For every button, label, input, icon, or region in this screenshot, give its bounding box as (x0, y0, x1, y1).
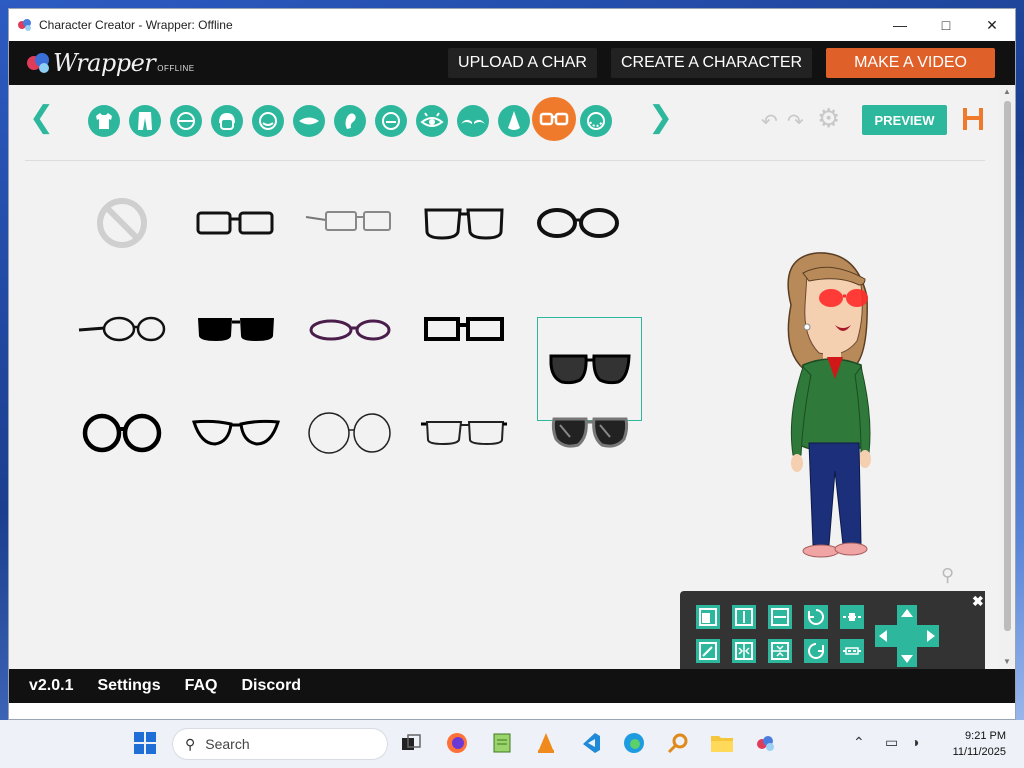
firefox-icon[interactable] (444, 730, 470, 756)
glasses-option-round-large-thin[interactable] (297, 381, 402, 485)
taskbar: ⚲ Search ⌃ ▭ ◑ 9:21 PM 11/11/2025 (0, 720, 1024, 768)
move-backward-icon[interactable] (838, 637, 866, 665)
undo-icon[interactable]: ↶ (761, 109, 778, 134)
taskbar-search[interactable]: ⚲ Search (172, 728, 388, 760)
display-icon[interactable]: ▭ (885, 734, 898, 751)
character-editor: ❮ ❯ ↶ ↷ ⚙ PREVIEW ⚲ ✖ (9, 85, 1001, 669)
minimize-button[interactable]: — (877, 9, 923, 41)
category-glasses-icon[interactable] (532, 97, 576, 141)
task-view-icon[interactable] (398, 730, 424, 756)
rotate-left-icon[interactable] (802, 603, 830, 631)
close-button[interactable]: ✕ (969, 9, 1015, 41)
glasses-option-square-thick[interactable] (411, 171, 516, 275)
category-nose-icon[interactable] (498, 105, 530, 137)
app-header: Wrapper OFFLINE UPLOAD A CHAR CREATE A C… (9, 41, 1015, 85)
category-mouth-icon[interactable] (293, 105, 325, 137)
category-eye-icon[interactable] (416, 105, 448, 137)
save-icon[interactable] (962, 107, 984, 131)
zoom-in-icon[interactable]: ⚲ (941, 565, 954, 586)
search-placeholder: Search (205, 736, 250, 752)
prev-category-arrow-icon[interactable]: ❮ (29, 103, 54, 137)
clock-date: 11/11/2025 (952, 746, 1006, 758)
gear-icon[interactable]: ⚙ (817, 105, 840, 131)
category-eyebrow-icon[interactable] (457, 105, 489, 137)
toolbar-divider (25, 160, 985, 161)
category-shirt-icon[interactable] (88, 105, 120, 137)
glasses-option-cateye[interactable] (183, 381, 288, 485)
logo-wordmark: Wrapper (53, 49, 156, 77)
glasses-option-sunglasses-black[interactable] (183, 277, 288, 381)
maximize-button[interactable]: □ (923, 9, 969, 41)
category-head-icon[interactable] (170, 105, 202, 137)
vlc-icon[interactable] (533, 730, 559, 756)
rotate-right-icon[interactable] (802, 637, 830, 665)
glasses-option-oval-purple[interactable] (297, 277, 402, 381)
settings-link[interactable]: Settings (97, 677, 160, 695)
create-character-button[interactable]: CREATE A CHARACTER (610, 48, 813, 78)
glasses-option-rectangle-thin[interactable] (183, 171, 288, 275)
search-app-icon[interactable] (665, 730, 691, 756)
stretch-horizontal-icon[interactable] (730, 603, 758, 631)
scroll-up-icon[interactable]: ▲ (999, 85, 1015, 99)
window-title: Character Creator - Wrapper: Offline (39, 18, 233, 32)
scale-up-icon[interactable] (694, 603, 722, 631)
app-footer: v2.0.1 Settings FAQ Discord (9, 669, 1015, 703)
scroll-down-icon[interactable]: ▼ (999, 655, 1015, 669)
title-bar: Character Creator - Wrapper: Offline — □… (9, 9, 1015, 41)
stretch-vertical-icon[interactable] (766, 603, 794, 631)
faq-link[interactable]: FAQ (185, 677, 218, 695)
logo-icon (27, 53, 49, 73)
discord-link[interactable]: Discord (242, 677, 302, 695)
vertical-scrollbar[interactable]: ▲ ▼ (999, 85, 1015, 669)
category-toolbar: ❮ ❯ ↶ ↷ ⚙ PREVIEW (9, 85, 1001, 155)
wrapper-logo[interactable]: Wrapper OFFLINE (25, 49, 195, 77)
make-video-button[interactable]: MAKE A VIDEO (826, 48, 995, 78)
scale-down-icon[interactable] (694, 637, 722, 665)
notepad-icon[interactable] (489, 730, 515, 756)
upload-char-button[interactable]: UPLOAD A CHAR (448, 48, 597, 78)
close-panel-icon[interactable]: ✖ (972, 593, 984, 610)
preview-button[interactable]: PREVIEW (862, 105, 947, 135)
move-dpad-icon[interactable] (875, 605, 939, 667)
category-beard-icon[interactable] (580, 105, 612, 137)
file-explorer-icon[interactable] (709, 730, 735, 756)
app-window: Character Creator - Wrapper: Offline — □… (8, 8, 1016, 720)
app-icon (18, 19, 31, 31)
glasses-option-round-side[interactable] (69, 277, 174, 381)
scrollbar-thumb[interactable] (1004, 101, 1011, 631)
flip-horizontal-icon[interactable] (730, 637, 758, 665)
redo-icon[interactable]: ↷ (787, 109, 804, 134)
category-mouth-alt-icon[interactable] (375, 105, 407, 137)
glasses-option-rectangle-bold[interactable] (411, 277, 516, 381)
start-icon[interactable] (132, 730, 158, 756)
glasses-option-rectangle-grey-side[interactable] (297, 171, 402, 275)
glasses-option-none[interactable] (69, 171, 174, 275)
logo-subtext: OFFLINE (157, 63, 195, 73)
category-face-icon[interactable] (252, 105, 284, 137)
glasses-option-round-thick[interactable] (69, 381, 174, 485)
category-pants-icon[interactable] (129, 105, 161, 137)
move-forward-icon[interactable] (838, 603, 866, 631)
flip-vertical-icon[interactable] (766, 637, 794, 665)
next-category-arrow-icon[interactable]: ❯ (648, 103, 673, 137)
version-link[interactable]: v2.0.1 (29, 677, 73, 695)
category-hair-icon[interactable] (211, 105, 243, 137)
glasses-option-rectangle-thin-wide[interactable] (411, 381, 516, 485)
transform-panel: ✖ (680, 591, 985, 669)
clock-time: 9:21 PM (965, 730, 1006, 742)
search-icon: ⚲ (185, 735, 196, 752)
show-hidden-icons-icon[interactable]: ⌃ (853, 734, 865, 751)
glasses-option-aviator-dark[interactable] (537, 381, 642, 485)
wrapper-taskbar-icon[interactable] (753, 730, 779, 756)
glasses-option-oval-thick[interactable] (525, 171, 630, 275)
category-ear-icon[interactable] (334, 105, 366, 137)
network-icon[interactable]: ◑ (911, 734, 919, 750)
edge-icon[interactable] (621, 730, 647, 756)
character-preview (787, 252, 871, 558)
vscode-icon[interactable] (577, 730, 603, 756)
system-clock[interactable]: 9:21 PM 11/11/2025 (953, 728, 1006, 760)
